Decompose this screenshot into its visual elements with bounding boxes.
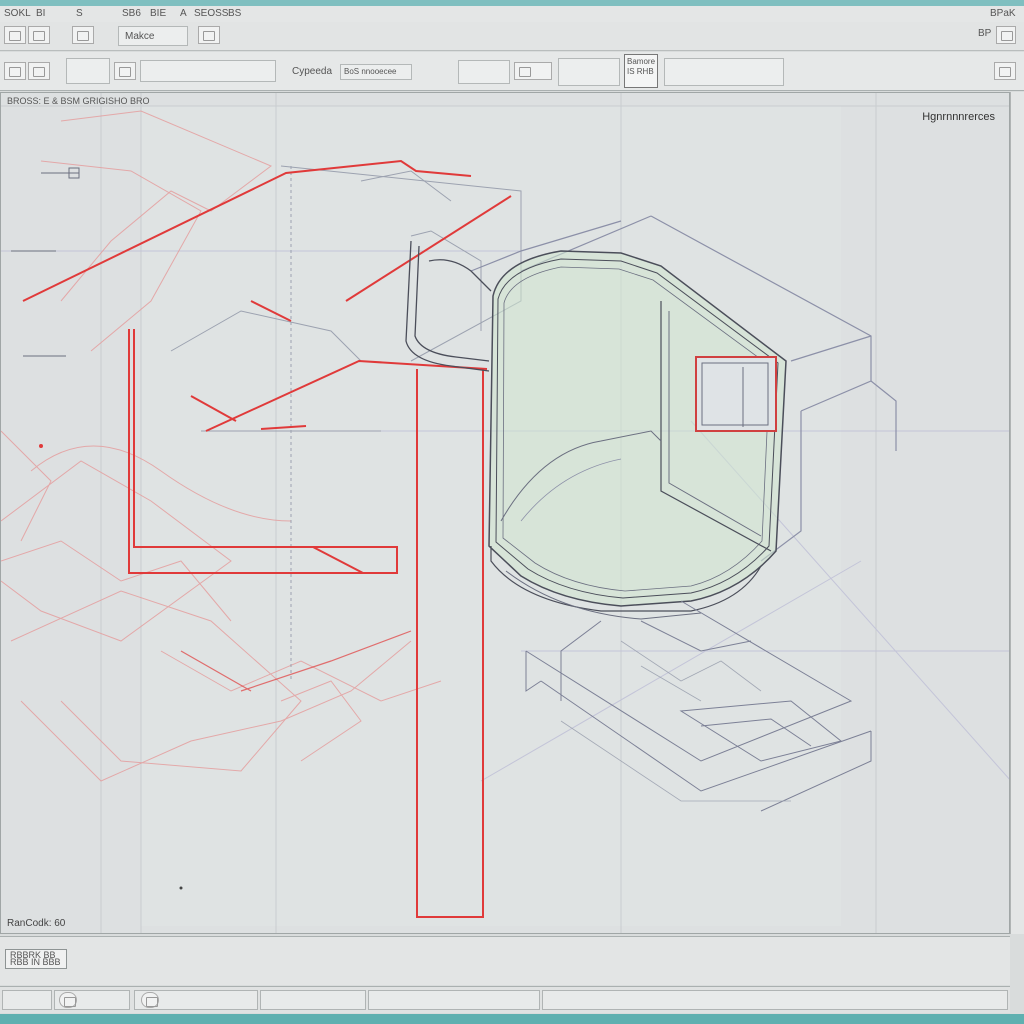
toolbar-right-label: BP [978, 28, 992, 39]
grid-icon[interactable] [28, 62, 50, 80]
active-layer-box[interactable]: Bamore IS RHB [624, 54, 658, 88]
layer-icon[interactable] [198, 26, 220, 44]
main-toolbar: Makce BP [0, 22, 1024, 51]
taskbar-strip [0, 1014, 1024, 1024]
status-segment[interactable] [260, 990, 366, 1010]
make-button[interactable]: Makce [118, 26, 188, 46]
lineweight-select[interactable] [458, 60, 510, 84]
style-select[interactable] [664, 58, 784, 86]
menu-item[interactable]: A [180, 8, 187, 19]
settings-icon[interactable] [996, 26, 1016, 44]
color-select[interactable] [558, 58, 620, 86]
menu-item[interactable]: BS [228, 8, 241, 19]
status-segment [542, 990, 1008, 1010]
menu-item[interactable]: BIE [150, 8, 166, 19]
plot-style-icon[interactable] [514, 62, 552, 80]
command-panel: RBBRK BB RBB IN BBB [0, 936, 1010, 985]
status-bar [0, 986, 1010, 1013]
status-segment[interactable] [368, 990, 540, 1010]
property-field[interactable] [140, 60, 276, 82]
command-button[interactable]: RBBRK BB RBB IN BBB [5, 949, 67, 969]
cad-drawing [1, 93, 1009, 933]
status-segment[interactable] [134, 990, 258, 1010]
layer-panel[interactable] [66, 58, 110, 84]
make-button-label: Makce [125, 31, 155, 42]
menu-item[interactable]: SOKL [4, 8, 31, 19]
status-segment[interactable] [54, 990, 130, 1010]
menu-item[interactable]: SB6 [122, 8, 141, 19]
globe-icon [141, 992, 159, 1008]
menu-item[interactable]: SEOSS [194, 8, 228, 19]
globe-icon [59, 992, 77, 1008]
drawing-canvas[interactable]: BROSS: E & BSM GRIGISHO BRO Hgnrnnnrerce… [0, 92, 1010, 934]
status-segment[interactable] [2, 990, 52, 1010]
ortho-icon[interactable] [114, 62, 136, 80]
zoom-icon[interactable] [994, 62, 1016, 80]
vertical-scrollbar[interactable] [1010, 92, 1024, 934]
view-label: Hgnrnnnrerces [922, 111, 995, 123]
menu-right-label: BPaK [990, 8, 1016, 19]
snap-icon[interactable] [4, 62, 26, 80]
canvas-header: BROSS: E & BSM GRIGISHO BRO [7, 96, 150, 106]
command-button-line-2: RBB IN BBB [10, 957, 61, 967]
properties-toolbar: Cypeeda BoS nnooecee Bamore IS RHB [0, 52, 1024, 91]
menu-item[interactable]: S [76, 8, 83, 19]
menu-item[interactable]: BI [36, 8, 45, 19]
linetype-label: Cypeeda [292, 66, 333, 77]
new-file-icon[interactable] [4, 26, 26, 44]
open-file-icon[interactable] [28, 26, 50, 44]
coordinate-readout: RanCodk: 60 [7, 918, 66, 929]
menu-bar: SOKL BI S SB6 BIE A SEOSS BS BPaK [0, 6, 1024, 22]
linetype-select[interactable]: BoS nnooecee [340, 64, 412, 80]
save-icon[interactable] [72, 26, 94, 44]
